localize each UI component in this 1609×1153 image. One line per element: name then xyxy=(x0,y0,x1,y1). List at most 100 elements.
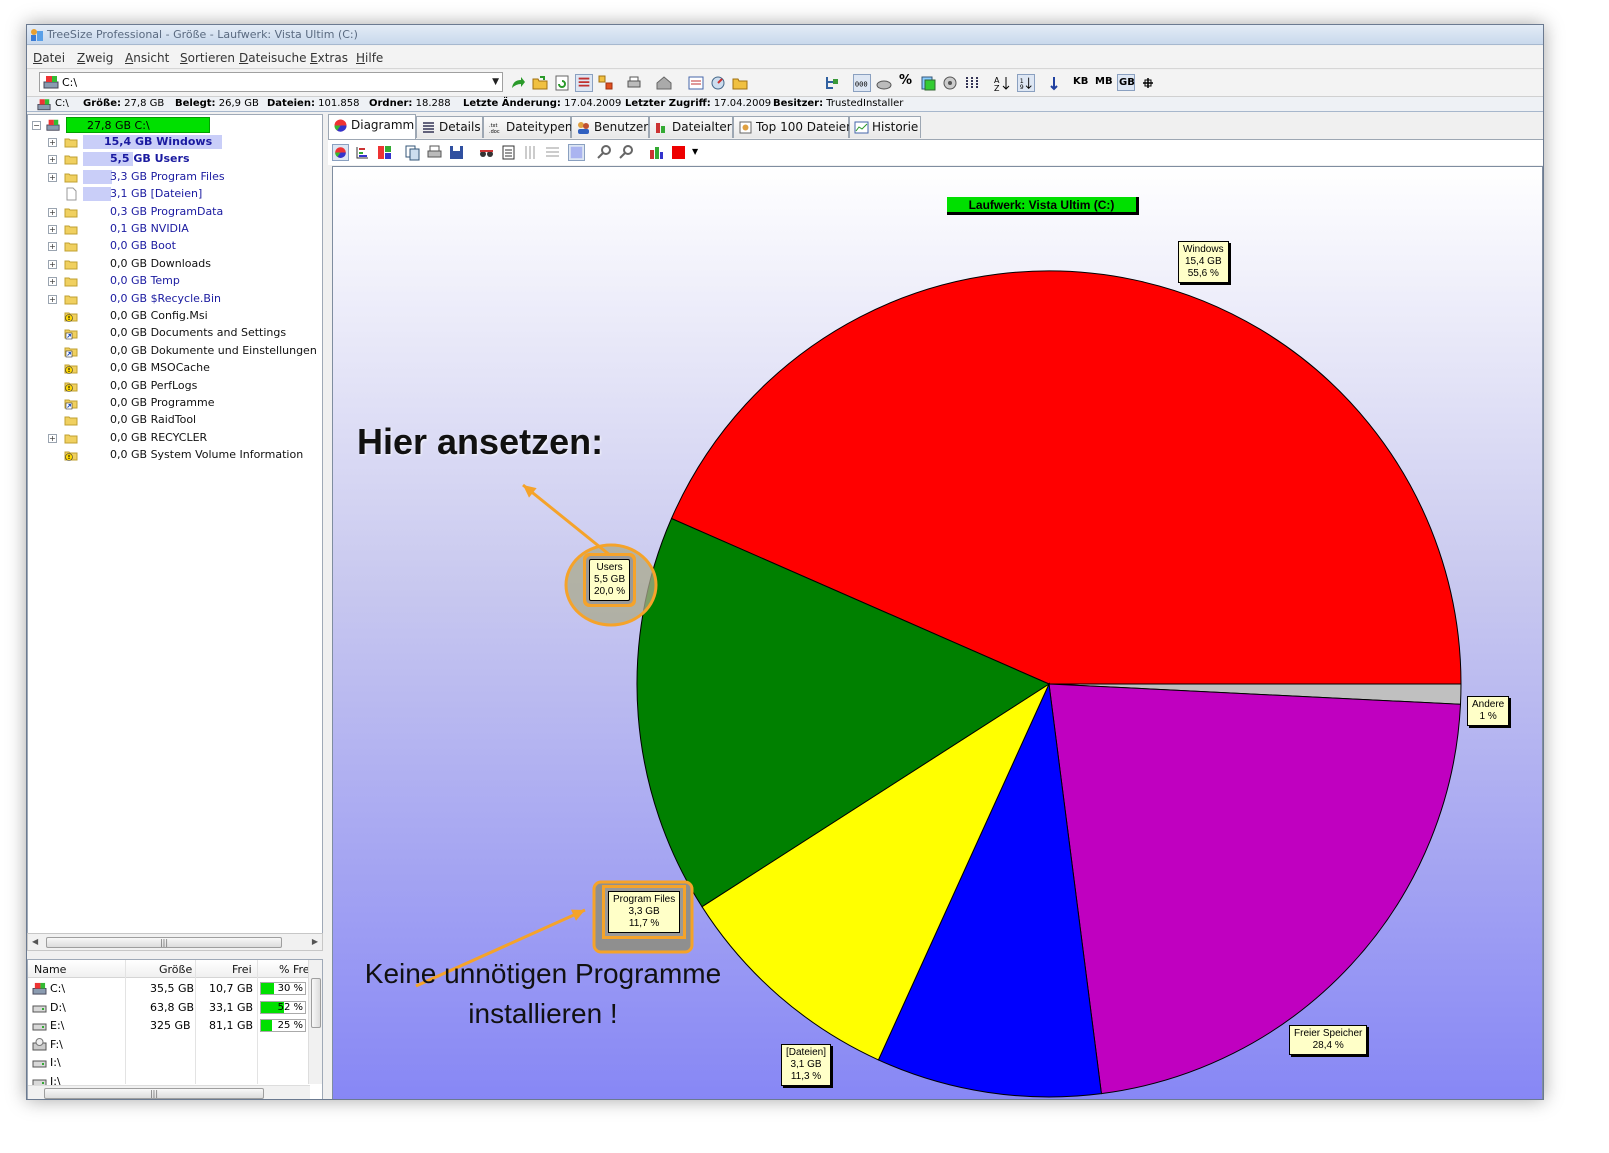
drive-row[interactable]: D:\ 63,8 GB 33,1 GB 52 % xyxy=(28,999,310,1017)
col-size[interactable]: Größe xyxy=(159,963,192,976)
folder-tree[interactable]: − 27,8 GB C:\ +15,4 GB Windows +5,5 GB Us… xyxy=(27,114,323,934)
zoom-in-icon[interactable] xyxy=(596,144,613,161)
tab-dateialter[interactable]: Dateialter xyxy=(649,116,733,138)
disk-space-icon[interactable] xyxy=(875,74,893,92)
list-view-icon[interactable] xyxy=(575,74,593,92)
tree-item[interactable]: 0,0 GB MSOCache xyxy=(28,360,322,377)
collapse-icon[interactable]: − xyxy=(32,121,41,130)
unit-kb-button[interactable]: KB xyxy=(1073,76,1091,94)
tree-item[interactable]: +0,0 GB RECYCLER xyxy=(28,430,322,447)
tree-item[interactable]: +0,3 GB ProgramData xyxy=(28,204,322,221)
print-icon[interactable] xyxy=(426,144,443,161)
tree-item[interactable]: +15,4 GB Windows xyxy=(28,134,322,151)
expand-icon[interactable]: + xyxy=(48,242,57,252)
refresh-icon[interactable] xyxy=(553,74,571,92)
drive-row[interactable]: F:\ xyxy=(28,1036,310,1054)
drive-list-horizontal-scrollbar[interactable]: ||| xyxy=(28,1085,310,1099)
unit-gb-button[interactable]: GB xyxy=(1117,74,1135,91)
col-pct-free[interactable]: % Fre xyxy=(279,963,310,976)
tree-item[interactable]: +3,3 GB Program Files xyxy=(28,169,322,186)
tree-item[interactable]: +0,0 GB Boot xyxy=(28,238,322,255)
chevron-down-icon[interactable]: ▼ xyxy=(492,77,499,87)
expand-icon[interactable]: + xyxy=(48,138,57,147)
tree-item[interactable]: +0,0 GB Downloads xyxy=(28,256,322,273)
tree-item[interactable]: +0,0 GB $Recycle.Bin xyxy=(28,291,322,308)
tree-item[interactable]: 3,1 GB [Dateien] xyxy=(28,186,322,203)
home-icon[interactable] xyxy=(655,74,673,92)
col-free[interactable]: Frei xyxy=(232,963,252,976)
expand-icon[interactable]: + xyxy=(48,294,57,304)
menu-datei[interactable]: Datei xyxy=(33,51,65,65)
chart-area[interactable]: Laufwerk: Vista Ultim (C:) Hier ansetzen… xyxy=(332,166,1543,1099)
save-icon[interactable] xyxy=(448,144,465,161)
menu-dateisuche[interactable]: Dateisuche xyxy=(239,51,306,65)
tab-top100[interactable]: Top 100 Dateien xyxy=(733,116,854,138)
color-chart-icon[interactable] xyxy=(648,144,665,161)
3d-glasses-icon[interactable] xyxy=(478,144,495,161)
report-icon[interactable] xyxy=(687,74,705,92)
auto-unit-icon[interactable] xyxy=(1139,74,1157,92)
tree-item[interactable]: 0,0 GB Programme xyxy=(28,395,322,412)
tree-item[interactable]: 0,0 GB Config.Msi xyxy=(28,308,322,325)
tree-root[interactable]: − 27,8 GB C:\ xyxy=(28,117,322,134)
go-arrow-icon[interactable] xyxy=(509,74,527,92)
pie-chart-icon[interactable] xyxy=(332,144,349,161)
columns-icon[interactable] xyxy=(963,74,981,92)
expand-icon[interactable]: + xyxy=(48,207,57,217)
chevron-down-icon[interactable]: ▼ xyxy=(692,147,709,164)
percent-button[interactable]: % xyxy=(899,73,917,91)
horizontal-grid-icon[interactable] xyxy=(544,144,561,161)
open-folder-icon[interactable] xyxy=(531,74,549,92)
tab-dateitypen[interactable]: .txt .doc Dateitypen xyxy=(483,116,572,138)
tab-details[interactable]: Details xyxy=(416,116,483,138)
col-name[interactable]: Name xyxy=(34,963,66,976)
menu-hilfe[interactable]: Hilfe xyxy=(356,51,383,65)
pie-slice-freier-speicher[interactable] xyxy=(1048,683,1462,1095)
expand-tree-icon[interactable] xyxy=(823,74,841,92)
sort-descending-icon[interactable] xyxy=(1045,74,1063,92)
path-combobox[interactable]: C:\ ▼ xyxy=(39,72,503,92)
disk-icon[interactable] xyxy=(941,74,959,92)
vertical-grid-icon[interactable] xyxy=(522,144,539,161)
drive-row[interactable]: C:\ 35,5 GB 10,7 GB 30 % xyxy=(28,980,310,998)
tab-diagramm[interactable]: Diagramm xyxy=(328,114,416,139)
expand-icon[interactable]: + xyxy=(48,172,57,182)
menu-ansicht[interactable]: Ansicht xyxy=(125,51,169,65)
legend-icon[interactable] xyxy=(500,144,517,161)
drive-row[interactable]: I:\ xyxy=(28,1054,310,1072)
zoom-out-icon[interactable] xyxy=(618,144,635,161)
tree-item[interactable]: 0,0 GB Dokumente und Einstellungen xyxy=(28,343,322,360)
file-count-icon[interactable] xyxy=(919,74,937,92)
scan-icon[interactable] xyxy=(709,74,727,92)
bar-chart-icon[interactable] xyxy=(354,144,371,161)
tree-item[interactable]: +0,0 GB Temp xyxy=(28,273,322,290)
menu-extras[interactable]: Extras xyxy=(310,51,348,65)
unit-mb-button[interactable]: MB xyxy=(1095,76,1113,94)
treemap-icon[interactable] xyxy=(376,144,393,161)
size-format-icon[interactable]: 000 xyxy=(853,74,871,92)
tab-benutzer[interactable]: Benutzer xyxy=(571,116,649,138)
tree-item[interactable]: 0,0 GB Documents and Settings xyxy=(28,325,322,342)
tree-item[interactable]: 0,0 GB RaidTool xyxy=(28,412,322,429)
expand-icon[interactable]: + xyxy=(48,225,57,234)
tree-horizontal-scrollbar[interactable]: ◀ ||| ▶ xyxy=(27,933,323,951)
menu-sortieren[interactable]: Sortieren xyxy=(180,51,235,65)
scroll-thumb[interactable]: ||| xyxy=(46,937,282,948)
expand-icon[interactable]: + xyxy=(48,155,57,165)
folder-search-icon[interactable] xyxy=(731,74,749,92)
tree-expand-icon[interactable] xyxy=(597,74,615,92)
tree-item[interactable]: +5,5 GB Users xyxy=(28,151,322,168)
drive-list[interactable]: Name Größe Frei % Fre C:\ 35,5 GB 10,7 GB 3… xyxy=(27,959,323,1099)
gradient-background-icon[interactable] xyxy=(568,144,585,161)
tree-item[interactable]: 0,0 GB System Volume Information xyxy=(28,447,322,464)
copy-icon[interactable] xyxy=(404,144,421,161)
menu-zweig[interactable]: Zweig xyxy=(77,51,113,65)
expand-icon[interactable]: + xyxy=(48,259,57,269)
drive-list-vertical-scrollbar[interactable] xyxy=(308,960,322,1084)
scroll-left-icon[interactable]: ◀ xyxy=(32,937,38,946)
sort-size-icon[interactable]: 19 xyxy=(1017,74,1035,92)
tree-item[interactable]: +0,1 GB NVIDIA xyxy=(28,221,322,238)
expand-icon[interactable]: + xyxy=(48,433,57,443)
sort-az-icon[interactable]: AZ xyxy=(993,74,1011,92)
print-icon[interactable] xyxy=(625,74,643,92)
